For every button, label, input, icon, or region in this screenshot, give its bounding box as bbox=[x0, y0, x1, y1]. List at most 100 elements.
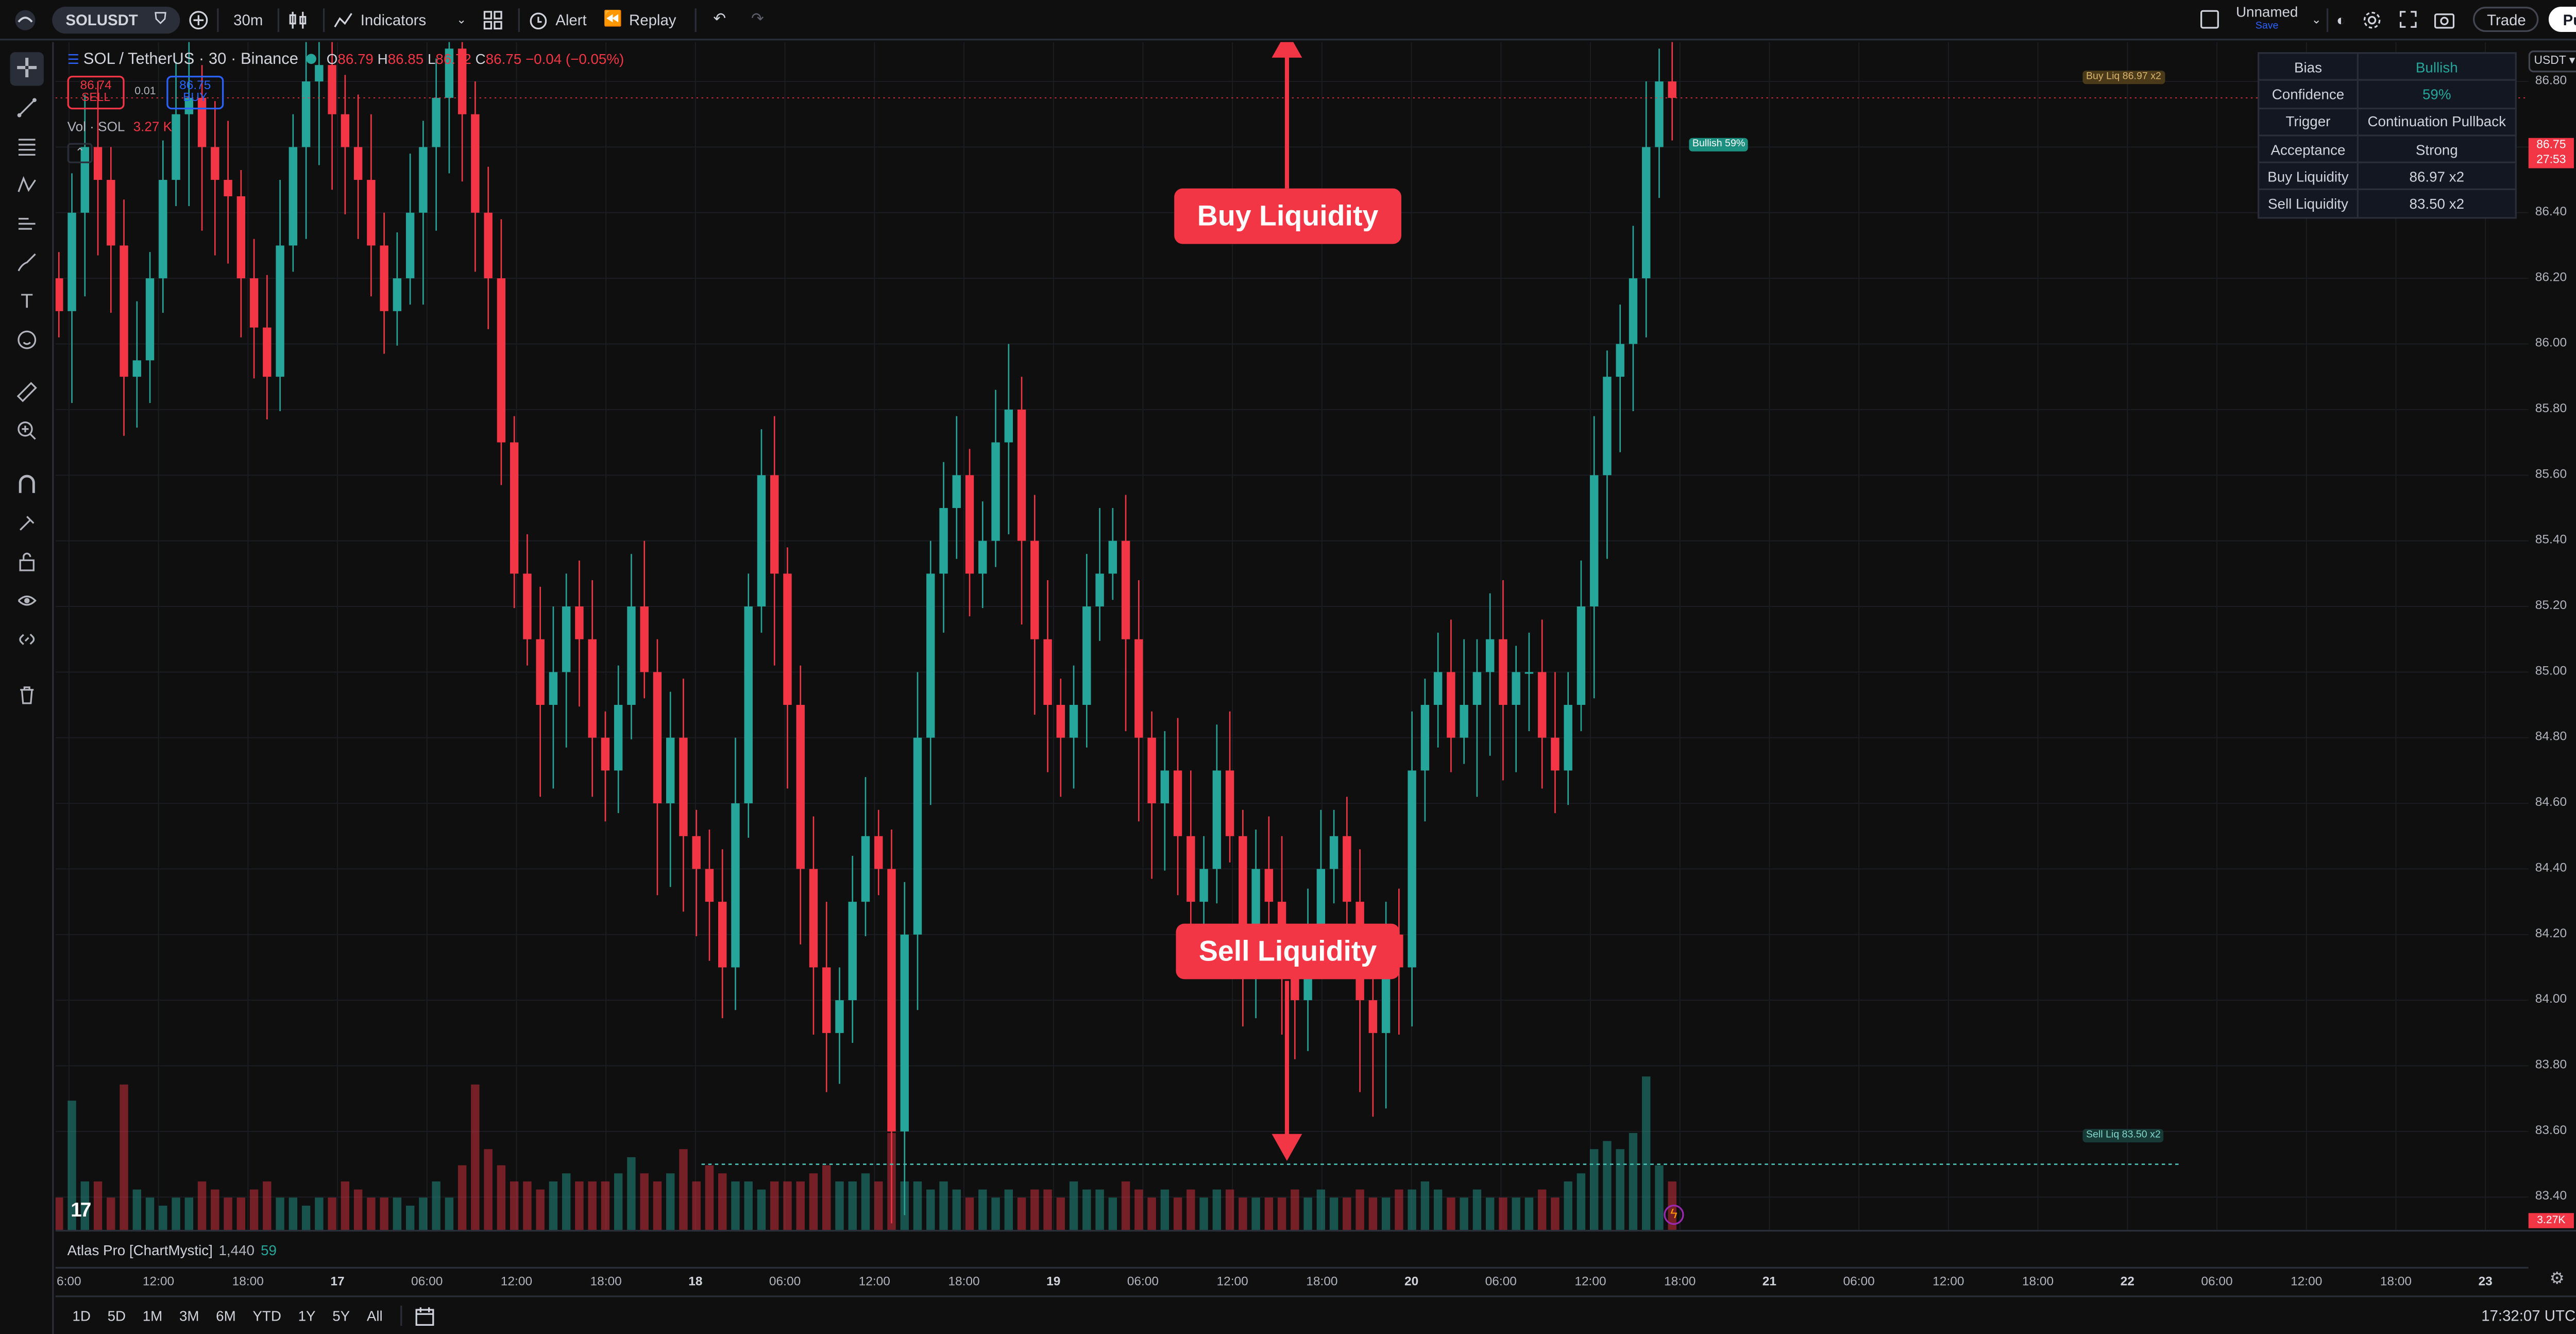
volume-bar bbox=[1277, 1197, 1286, 1230]
interval-button[interactable]: 30m bbox=[216, 7, 280, 31]
legend-menu-icon[interactable]: ☰ bbox=[67, 52, 79, 67]
sell-liquidity-callout[interactable]: Sell Liquidity bbox=[1176, 923, 1400, 980]
time-tick-label: 22 bbox=[2120, 1273, 2134, 1289]
candle-body bbox=[562, 606, 571, 672]
lightning-icon[interactable]: ϟ bbox=[1664, 1204, 1684, 1225]
candle-body bbox=[1004, 409, 1013, 443]
zoom-in-icon[interactable] bbox=[10, 414, 44, 447]
range-button-1m[interactable]: 1M bbox=[134, 1307, 171, 1324]
lock-drawing-icon[interactable] bbox=[10, 506, 44, 540]
candle-body bbox=[1616, 344, 1624, 377]
magnet-icon[interactable] bbox=[10, 468, 44, 501]
settings-gear-icon[interactable] bbox=[2354, 0, 2391, 40]
volume-bar bbox=[861, 1173, 870, 1230]
candle-body bbox=[172, 114, 180, 180]
candle-body bbox=[289, 147, 298, 246]
crosshair-icon[interactable]: ✛ bbox=[10, 52, 44, 86]
fib-retracement-icon[interactable] bbox=[10, 129, 44, 163]
volume-bar bbox=[159, 1205, 167, 1230]
candle-body bbox=[1329, 836, 1338, 869]
candle-body bbox=[1589, 475, 1599, 606]
buy-liquidity-callout[interactable]: Buy Liquidity bbox=[1174, 188, 1401, 244]
candle-body bbox=[1564, 705, 1572, 771]
utc-clock[interactable]: 17:32:07 UTC bbox=[2481, 1307, 2576, 1324]
logo-icon[interactable] bbox=[0, 0, 45, 40]
quick-search-icon[interactable]: ◐ bbox=[2326, 7, 2354, 31]
volume-bar bbox=[562, 1173, 571, 1230]
candle-body bbox=[913, 737, 922, 935]
candle-body bbox=[692, 836, 701, 869]
candles-icon[interactable] bbox=[280, 0, 317, 40]
redo-icon[interactable]: ↷ bbox=[743, 0, 772, 40]
eye-icon[interactable] bbox=[10, 584, 44, 617]
time-tick-label: 12:00 bbox=[858, 1273, 890, 1289]
volume-bar bbox=[991, 1197, 1000, 1230]
goto-date-icon[interactable] bbox=[401, 1305, 435, 1326]
volume-bar bbox=[1420, 1181, 1430, 1230]
layout-grid-icon[interactable] bbox=[474, 0, 512, 40]
camera-icon[interactable] bbox=[2427, 0, 2464, 40]
replay-button[interactable]: ⏪ Replay bbox=[595, 0, 685, 40]
lock-icon[interactable] bbox=[10, 545, 44, 579]
range-button-3m[interactable]: 3M bbox=[171, 1307, 208, 1324]
layout-checkbox-icon[interactable] bbox=[2192, 0, 2228, 40]
ruler-icon[interactable] bbox=[10, 375, 44, 409]
forecast-icon[interactable] bbox=[10, 207, 44, 241]
legend-close: 86.75 bbox=[485, 50, 522, 67]
tradingview-logo[interactable]: 17 bbox=[71, 1198, 91, 1222]
volume-bar bbox=[900, 1181, 909, 1230]
price-axis[interactable]: 86.8086.6086.4086.2086.0085.8085.6085.40… bbox=[2529, 42, 2576, 1230]
range-button-5y[interactable]: 5Y bbox=[324, 1307, 359, 1324]
undo-icon[interactable]: ↶ bbox=[694, 7, 742, 31]
spread-value: 0.01 bbox=[134, 86, 156, 98]
sell-button[interactable]: 86.74 SELL bbox=[67, 75, 125, 110]
range-button-6m[interactable]: 6M bbox=[208, 1307, 244, 1324]
price-tick-label: 85.80 bbox=[2535, 401, 2567, 416]
fullscreen-icon[interactable] bbox=[2391, 0, 2427, 40]
price-tick-label: 83.80 bbox=[2535, 1057, 2567, 1073]
volume-bar bbox=[757, 1189, 766, 1230]
legend-high-label: H bbox=[377, 50, 388, 67]
pattern-icon[interactable] bbox=[10, 168, 44, 202]
chevron-down-icon[interactable]: ⌄ bbox=[2307, 0, 2327, 40]
time-axis[interactable]: 6:00 12:00 18:00 17 06:00 12:00 18:00 18 06:00 12… bbox=[55, 1267, 2529, 1296]
indicators-button[interactable]: Indicators ⌄ bbox=[323, 7, 475, 31]
volume-bar bbox=[1264, 1197, 1274, 1230]
range-button-5d[interactable]: 5D bbox=[99, 1307, 134, 1324]
candle-body bbox=[1433, 672, 1443, 705]
layout-name-button[interactable]: Unnamed Save bbox=[2228, 0, 2307, 40]
publish-button[interactable]: Publish bbox=[2549, 7, 2576, 32]
indicator-name[interactable]: Atlas Pro [ChartMystic] bbox=[67, 1242, 213, 1259]
emoji-icon[interactable] bbox=[10, 323, 44, 357]
link-icon[interactable] bbox=[10, 622, 44, 656]
volume-bar bbox=[197, 1181, 207, 1230]
range-button-1d[interactable]: 1D bbox=[64, 1307, 99, 1324]
candle-body bbox=[926, 573, 935, 738]
candle-body bbox=[1499, 639, 1507, 705]
compare-add-icon[interactable] bbox=[180, 0, 217, 40]
volume-bar bbox=[926, 1189, 935, 1230]
range-button-ytd[interactable]: YTD bbox=[244, 1307, 290, 1324]
symbol-search-button[interactable]: SOLUSDT ⛉ bbox=[52, 6, 180, 33]
layout-name: Unnamed bbox=[2235, 2, 2298, 20]
legend-low-label: L bbox=[427, 50, 436, 67]
buy-button[interactable]: 86.75 BUY bbox=[166, 75, 224, 110]
trend-line-icon[interactable] bbox=[10, 91, 44, 124]
trade-button[interactable]: Trade bbox=[2473, 7, 2539, 32]
volume-bar bbox=[1108, 1197, 1117, 1230]
alert-button[interactable]: Alert bbox=[518, 7, 595, 31]
volume-bar bbox=[1343, 1197, 1351, 1230]
time-axis-settings-icon[interactable]: ⚙ bbox=[2547, 1270, 2567, 1290]
indicator-pane[interactable]: Atlas Pro [ChartMystic] 1,440 59 bbox=[55, 1229, 2576, 1267]
volume-bar bbox=[276, 1197, 284, 1230]
legend-title[interactable]: SOL / TetherUS · 30 · Binance bbox=[83, 50, 298, 69]
range-button-1y[interactable]: 1Y bbox=[290, 1307, 324, 1324]
replay-label: Replay bbox=[629, 11, 676, 28]
brush-icon[interactable] bbox=[10, 246, 44, 279]
range-button-all[interactable]: All bbox=[359, 1307, 392, 1324]
trash-icon[interactable] bbox=[10, 678, 44, 712]
text-tool-icon[interactable]: T bbox=[10, 284, 44, 318]
volume-bar bbox=[1017, 1197, 1026, 1230]
volume-legend-label: Vol · SOL bbox=[67, 119, 125, 135]
collapse-legend-button[interactable]: ⌃ bbox=[67, 143, 93, 163]
